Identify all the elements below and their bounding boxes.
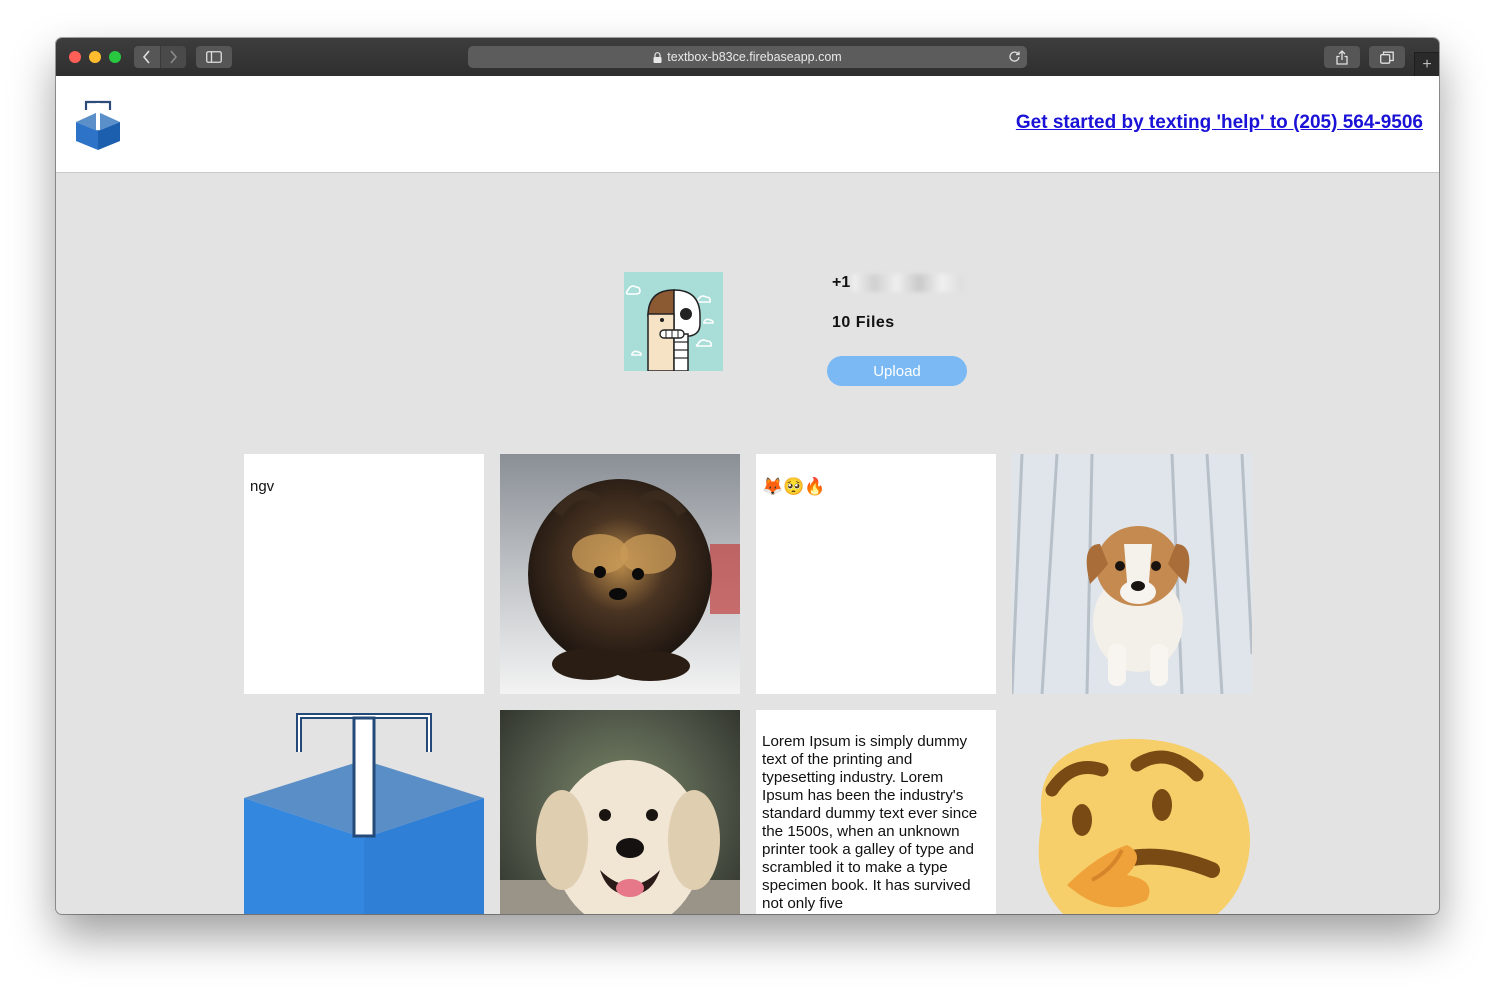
corgi-puppy-image	[1012, 454, 1252, 694]
share-icon	[1336, 49, 1348, 65]
redacted-phone-digits	[852, 274, 965, 292]
minimize-window-button[interactable]	[89, 51, 101, 63]
golden-retriever-image	[500, 710, 740, 914]
back-button[interactable]	[134, 46, 160, 68]
forward-button[interactable]	[159, 46, 186, 68]
address-bar[interactable]: textbox-b83ce.firebaseapp.com	[468, 46, 1027, 68]
tabs-overview-button[interactable]	[1369, 46, 1405, 68]
textbox-logo[interactable]	[75, 100, 121, 150]
file-tile-text[interactable]: 🦊🥺🔥	[756, 454, 996, 694]
new-tab-button[interactable]: +	[1414, 52, 1439, 77]
tile-text: Lorem Ipsum is simply dummy text of the …	[762, 733, 978, 912]
sidebar-icon	[206, 51, 222, 63]
lock-icon	[653, 51, 662, 63]
files-count: 10 Files	[832, 314, 895, 331]
browser-window: textbox-b83ce.firebaseapp.com + Get star…	[56, 38, 1439, 914]
share-button[interactable]	[1324, 46, 1360, 68]
sidebar-toggle-button[interactable]	[196, 46, 232, 68]
textbox-logo-image	[244, 710, 484, 914]
navigation-buttons	[134, 46, 186, 68]
file-tile-image[interactable]	[244, 710, 484, 914]
maximize-window-button[interactable]	[109, 51, 121, 63]
profile-avatar	[624, 272, 723, 371]
get-started-link[interactable]: Get started by texting 'help' to (205) 5…	[1016, 112, 1423, 134]
thinking-face-emoji-image	[1012, 710, 1252, 914]
tabs-icon	[1380, 51, 1394, 64]
chevron-right-icon	[170, 50, 178, 64]
file-tile-image[interactable]	[1012, 454, 1252, 694]
tile-text: 🦊🥺🔥	[762, 477, 826, 496]
file-tile-text[interactable]: ngv	[244, 454, 484, 694]
tile-text: ngv	[250, 478, 275, 495]
reload-icon[interactable]	[1008, 50, 1021, 63]
chevron-left-icon	[142, 50, 150, 64]
upload-button[interactable]: Upload	[827, 356, 967, 386]
file-tile-image[interactable]	[500, 454, 740, 694]
site-header: Get started by texting 'help' to (205) 5…	[56, 76, 1439, 173]
phone-prefix: +1	[832, 274, 851, 291]
pomeranian-puppy-image	[500, 454, 740, 694]
browser-toolbar: textbox-b83ce.firebaseapp.com +	[56, 38, 1439, 77]
file-tile-image[interactable]	[1012, 710, 1252, 914]
close-window-button[interactable]	[69, 51, 81, 63]
url-text: textbox-b83ce.firebaseapp.com	[667, 50, 842, 64]
file-tile-text[interactable]: Lorem Ipsum is simply dummy text of the …	[756, 710, 996, 914]
phone-number: +1	[832, 274, 965, 292]
file-tile-image[interactable]	[500, 710, 740, 914]
